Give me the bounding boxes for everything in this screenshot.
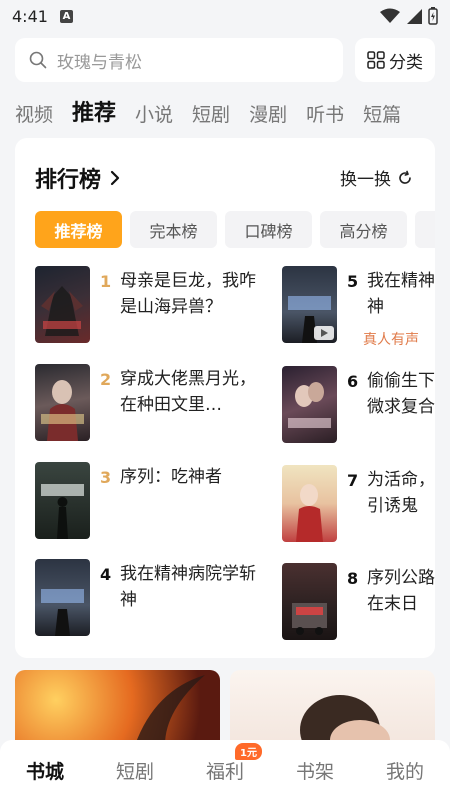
tab-recommend[interactable]: 推荐 <box>72 95 116 127</box>
ranking-card: 排行榜 换一换 推荐榜 完本榜 口碑榜 高分榜 1 母亲是巨龙，我咋是山海异兽？… <box>15 138 435 658</box>
ranking-tabs: 推荐榜 完本榜 口碑榜 高分榜 <box>35 211 435 248</box>
book-item[interactable]: 7 为活命，我在神庙引诱鬼 <box>282 465 435 542</box>
book-title: 为活命，我在神庙引诱鬼 <box>367 470 435 516</box>
book-rank: 4 <box>100 565 112 584</box>
tab-comic-drama[interactable]: 漫剧 <box>249 100 287 127</box>
book-rank: 5 <box>347 272 359 291</box>
book-title: 母亲是巨龙，我咋是山海异兽？ <box>120 271 256 317</box>
tab-video[interactable]: 视频 <box>15 100 53 127</box>
rank-tab-reputation[interactable]: 口碑榜 <box>225 211 312 248</box>
search-input[interactable]: 玫瑰与青松 <box>15 38 343 82</box>
battery-icon <box>428 7 438 25</box>
book-item[interactable]: 5 我在精神病院学斩神 真人有声 <box>282 266 435 348</box>
cell-signal-icon <box>407 9 422 24</box>
book-title: 偷偷生下太子爷卑微求复合 <box>367 371 435 417</box>
notification-a-icon: A <box>59 9 73 23</box>
tab-short-drama[interactable]: 短剧 <box>192 100 230 127</box>
banner-card[interactable] <box>230 670 435 745</box>
tab-short-story[interactable]: 短篇 <box>363 100 401 127</box>
book-rank: 7 <box>347 471 359 490</box>
bottom-nav: 书城 短剧 福利 1元 书架 我的 <box>0 740 450 801</box>
status-time: 4:41 <box>12 6 48 26</box>
book-cover <box>282 266 337 343</box>
nav-welfare[interactable]: 福利 1元 <box>205 743 262 784</box>
book-rank: 6 <box>347 372 359 391</box>
nav-welfare-label: 福利 <box>205 761 244 783</box>
book-title: 我在精神病院学斩神 <box>367 271 435 317</box>
book-cover <box>35 266 90 343</box>
welfare-badge: 1元 <box>235 743 262 760</box>
book-cover <box>282 465 337 542</box>
refresh-icon <box>399 170 411 184</box>
tab-novel[interactable]: 小说 <box>135 100 173 127</box>
book-item[interactable]: 8 序列公路求生：我在末日 <box>282 563 435 640</box>
book-item[interactable]: 1 母亲是巨龙，我咋是山海异兽？ <box>35 266 265 343</box>
rank-tab-completed[interactable]: 完本榜 <box>130 211 217 248</box>
book-cover <box>282 563 337 640</box>
channel-tabs: 视频 推荐 小说 短剧 漫剧 听书 短篇 <box>15 93 450 127</box>
ranking-header[interactable]: 排行榜 <box>35 162 121 194</box>
rank-tab-high-score[interactable]: 高分榜 <box>320 211 407 248</box>
book-cover <box>282 366 337 443</box>
nav-bookshelf[interactable]: 书架 <box>296 757 334 784</box>
book-rank: 1 <box>100 272 112 291</box>
book-item[interactable]: 6 偷偷生下太子爷卑微求复合 <box>282 366 435 443</box>
book-title: 我在精神病院学斩神 <box>120 564 256 610</box>
book-tag: 真人有声 <box>363 332 419 348</box>
banner-card[interactable] <box>15 670 220 745</box>
status-icons <box>380 7 438 25</box>
category-label: 分类 <box>389 52 423 73</box>
book-rank: 2 <box>100 370 112 389</box>
book-item[interactable]: 2 穿成大佬黑月光，在种田文里… <box>35 364 265 441</box>
book-rank: 8 <box>347 569 359 588</box>
refresh-label: 换一换 <box>340 170 391 190</box>
nav-me[interactable]: 我的 <box>386 757 424 784</box>
refresh-button[interactable]: 换一换 <box>340 165 413 190</box>
play-icon <box>314 326 334 340</box>
book-rank: 3 <box>100 468 112 487</box>
category-button[interactable]: 分类 <box>355 38 435 82</box>
banner-row <box>15 670 450 745</box>
book-item[interactable]: 4 我在精神病院学斩神 <box>35 559 265 636</box>
rank-tab-recommend[interactable]: 推荐榜 <box>35 211 122 248</box>
nav-bookstore[interactable]: 书城 <box>26 757 64 784</box>
book-item[interactable]: 3 序列：吃神者 <box>35 462 265 539</box>
wifi-icon <box>380 8 400 23</box>
grid-icon <box>367 51 385 69</box>
book-title: 序列：吃神者 <box>120 467 222 487</box>
book-cover <box>35 462 90 539</box>
book-cover <box>35 364 90 441</box>
tab-audiobook[interactable]: 听书 <box>306 100 344 127</box>
status-bar: 4:41 A <box>0 0 450 32</box>
book-title: 序列公路求生：我在末日 <box>367 568 435 614</box>
book-cover <box>35 559 90 636</box>
book-title: 穿成大佬黑月光，在种田文里… <box>120 369 256 415</box>
ranking-title: 排行榜 <box>35 168 102 193</box>
chevron-right-icon <box>110 170 120 186</box>
search-row: 玫瑰与青松 分类 <box>15 38 435 82</box>
nav-short-drama[interactable]: 短剧 <box>116 757 154 784</box>
search-icon <box>29 51 47 69</box>
search-placeholder: 玫瑰与青松 <box>57 52 142 73</box>
rank-tab-more[interactable] <box>415 211 435 248</box>
